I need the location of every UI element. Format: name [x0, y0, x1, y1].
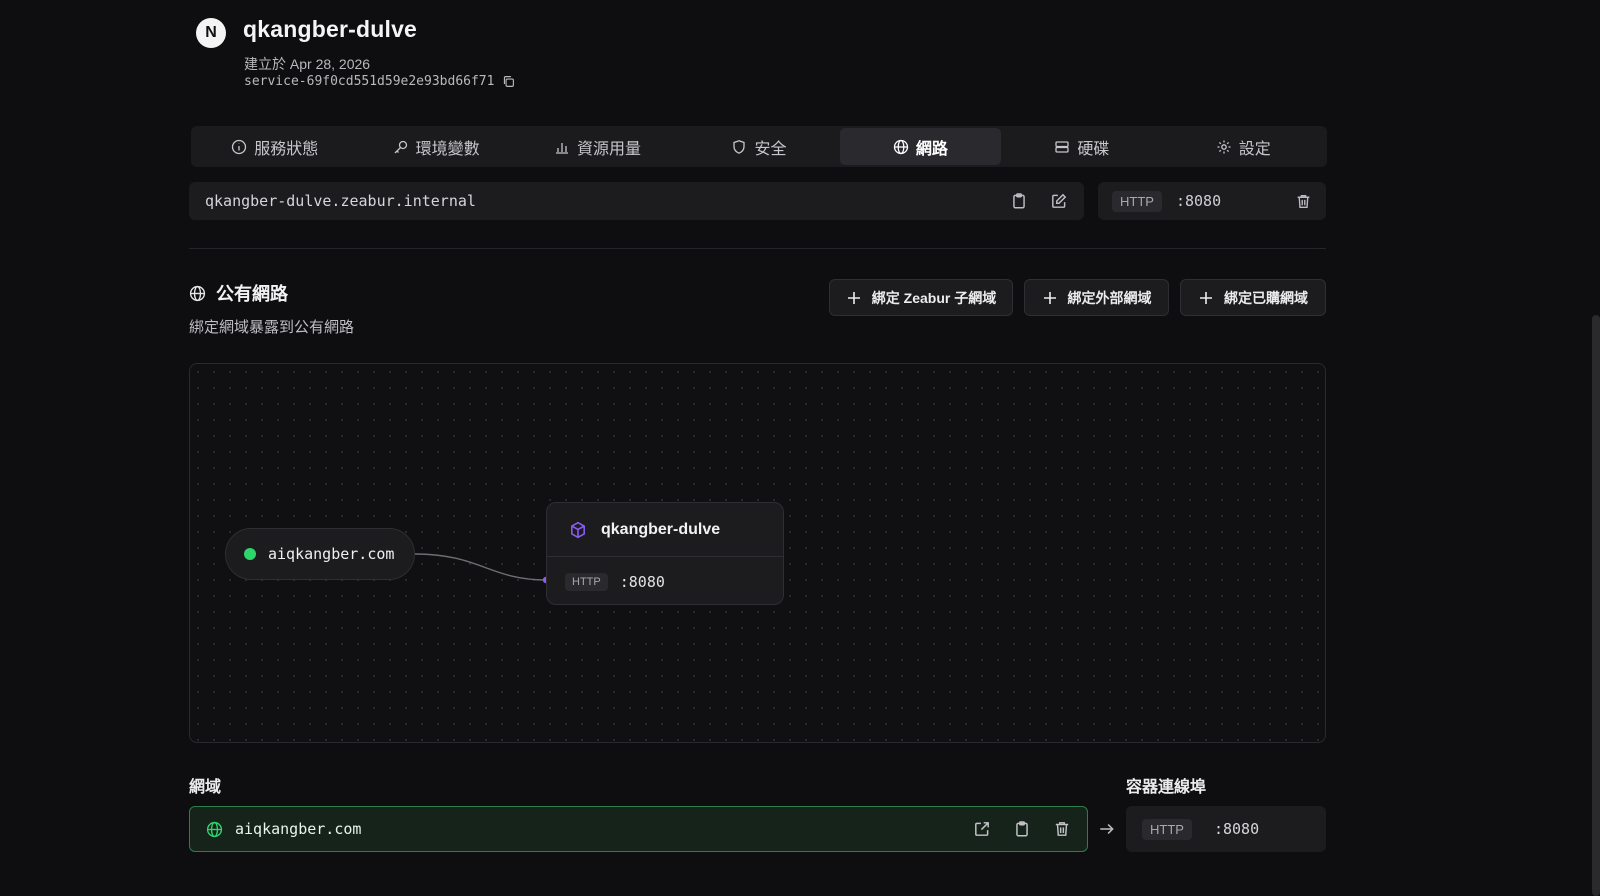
- plus-icon: [1042, 290, 1058, 306]
- tab-environment-variables[interactable]: 環境變數: [355, 126, 516, 167]
- globe-icon: [206, 821, 223, 838]
- tab-label: 設定: [1238, 140, 1271, 158]
- copy-icon[interactable]: [502, 75, 515, 88]
- container-port-label: 容器連線埠: [1126, 779, 1207, 796]
- trash-icon[interactable]: [1053, 820, 1071, 838]
- network-graph-canvas[interactable]: aiqkangber.com qkangber-dulve HTTP :8080: [189, 363, 1326, 743]
- bind-purchased-domain-button[interactable]: 綁定已購網域: [1180, 279, 1326, 316]
- protocol-badge: HTTP: [1112, 190, 1162, 212]
- tab-security[interactable]: 安全: [678, 126, 839, 167]
- tab-settings[interactable]: 設定: [1163, 126, 1324, 167]
- domains-label: 網域: [189, 779, 222, 796]
- service-avatar: N: [196, 18, 226, 48]
- public-network-subtitle: 綁定網域暴露到公有網路: [189, 319, 355, 336]
- service-tabs: 服務狀態 環境變數 資源用量 安全 網路 硬碟 設定: [191, 126, 1327, 167]
- tab-label: 服務狀態: [254, 140, 319, 158]
- public-network-title: 公有網路: [216, 284, 288, 304]
- protocol-badge: HTTP: [1142, 818, 1192, 840]
- internal-port-field: HTTP :8080: [1098, 182, 1326, 220]
- bind-external-domain-button[interactable]: 綁定外部網域: [1024, 279, 1169, 316]
- tab-label: 安全: [754, 140, 787, 158]
- container-port: :8080: [1213, 820, 1260, 838]
- gear-icon: [1216, 139, 1232, 155]
- protocol-badge: HTTP: [565, 572, 608, 591]
- clipboard-icon[interactable]: [1010, 192, 1028, 210]
- clipboard-icon[interactable]: [1013, 820, 1031, 838]
- shield-icon: [731, 139, 747, 155]
- service-created-date: 建立於 Apr 28, 2026: [244, 56, 371, 72]
- section-divider: [189, 248, 1326, 249]
- tab-networking[interactable]: 網路: [839, 128, 1002, 165]
- internal-hostname-field: qkangber-dulve.zeabur.internal: [189, 182, 1084, 220]
- service-node-port-value: :8080: [619, 572, 665, 591]
- cube-icon: [569, 521, 587, 539]
- trash-icon[interactable]: [1295, 193, 1312, 210]
- tab-label: 資源用量: [577, 140, 642, 158]
- edit-icon[interactable]: [1050, 192, 1068, 210]
- key-icon: [393, 139, 409, 155]
- public-network-heading: 公有網路: [189, 280, 288, 306]
- bind-zeabur-subdomain-button[interactable]: 綁定 Zeabur 子網域: [829, 279, 1013, 316]
- domain-row: aiqkangber.com: [189, 806, 1088, 852]
- page-scrollbar[interactable]: [1592, 315, 1600, 896]
- info-icon: [231, 139, 247, 155]
- plus-icon: [846, 290, 862, 306]
- tab-resource-usage[interactable]: 資源用量: [517, 126, 678, 167]
- arrow-right-icon: [1098, 820, 1116, 838]
- service-id-text: service-69f0cd551d59e2e93bd66f71: [244, 74, 495, 89]
- globe-icon: [893, 139, 909, 155]
- domain-node[interactable]: aiqkangber.com: [225, 528, 415, 580]
- internal-hostname: qkangber-dulve.zeabur.internal: [205, 192, 476, 210]
- service-node-name: qkangber-dulve: [601, 520, 721, 538]
- service-title: qkangber-dulve: [243, 16, 418, 42]
- disk-icon: [1054, 139, 1070, 155]
- service-node[interactable]: qkangber-dulve HTTP :8080: [546, 502, 784, 605]
- bar-chart-icon: [554, 139, 570, 155]
- tab-disk[interactable]: 硬碟: [1001, 126, 1162, 167]
- service-node-port: HTTP :8080: [547, 557, 783, 606]
- status-dot: [244, 548, 256, 560]
- service-id: service-69f0cd551d59e2e93bd66f71: [244, 74, 515, 89]
- button-label: 綁定外部網域: [1067, 289, 1152, 306]
- globe-icon: [189, 285, 206, 302]
- button-label: 綁定已購網域: [1224, 289, 1308, 306]
- button-label: 綁定 Zeabur 子網域: [871, 289, 997, 306]
- service-node-header: qkangber-dulve: [547, 503, 783, 557]
- external-link-icon[interactable]: [973, 820, 991, 838]
- tab-label: 硬碟: [1077, 140, 1110, 158]
- domain-name: aiqkangber.com: [235, 820, 362, 838]
- domain-node-label: aiqkangber.com: [268, 545, 395, 563]
- plus-icon: [1198, 290, 1214, 306]
- container-port-field[interactable]: HTTP :8080: [1126, 806, 1326, 852]
- tab-service-status[interactable]: 服務狀態: [194, 126, 355, 167]
- tab-label: 網路: [915, 140, 948, 158]
- tab-label: 環境變數: [415, 140, 480, 158]
- internal-port: :8080: [1175, 192, 1222, 210]
